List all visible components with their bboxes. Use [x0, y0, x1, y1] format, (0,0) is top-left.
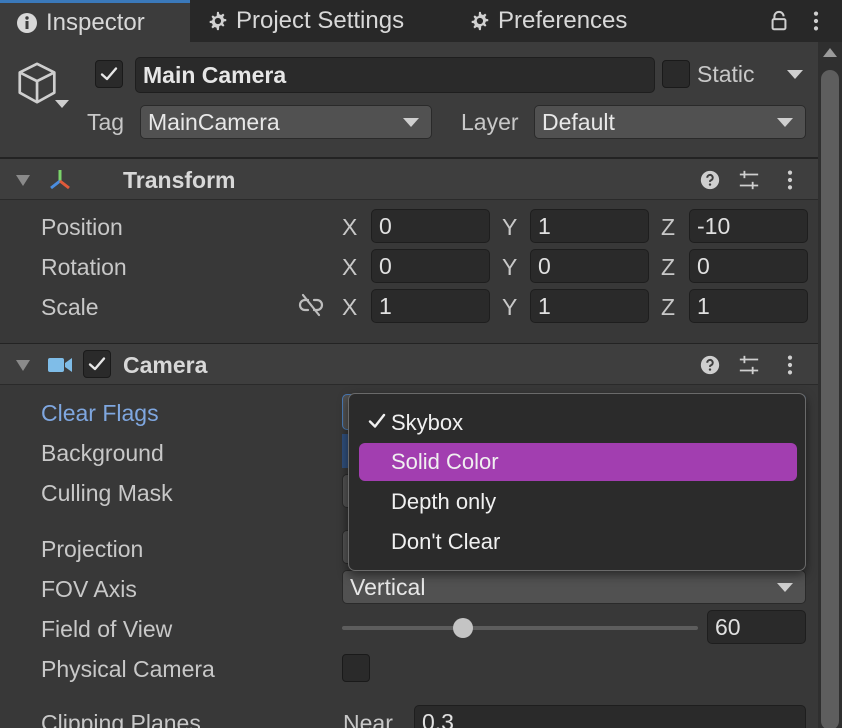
help-icon[interactable]: [697, 167, 723, 193]
more-options-icon[interactable]: [777, 352, 803, 378]
position-y-field[interactable]: 1: [530, 209, 649, 243]
transform-title: Transform: [123, 167, 236, 193]
rotation-x-field[interactable]: 0: [371, 249, 490, 283]
menu-item-label: Skybox: [391, 410, 464, 435]
menu-item-dont-clear[interactable]: Don't Clear: [359, 523, 797, 561]
layer-dropdown[interactable]: Default: [534, 105, 806, 139]
lock-icon[interactable]: [766, 8, 792, 34]
foldout-arrow-icon[interactable]: [16, 175, 30, 186]
axis-y-label: Y: [502, 294, 518, 320]
scale-z-field[interactable]: 1: [689, 289, 808, 323]
near-label: Near: [343, 710, 393, 728]
menu-item-label: Depth only: [391, 489, 497, 514]
tab-inspector-label: Inspector: [46, 8, 145, 36]
menu-item-skybox[interactable]: Skybox: [359, 404, 797, 442]
gear-icon: [468, 10, 490, 32]
clear-flags-menu: Skybox Solid Color Depth only Don't Clea…: [348, 393, 806, 571]
axis-y-label: Y: [502, 254, 518, 280]
background-label: Background: [41, 440, 164, 466]
scale-x-field[interactable]: 1: [371, 289, 490, 323]
fov-axis-label: FOV Axis: [41, 576, 137, 602]
camera-header[interactable]: Camera: [0, 343, 818, 385]
rotation-y-field[interactable]: 0: [530, 249, 649, 283]
presets-icon[interactable]: [736, 352, 762, 378]
field-of-view-input[interactable]: 60: [707, 610, 806, 644]
chevron-down-icon: [777, 583, 793, 592]
layer-value: Default: [542, 108, 615, 135]
chevron-down-icon: [403, 118, 419, 127]
tab-inspector[interactable]: Inspector: [0, 0, 190, 42]
tag-label: Tag: [87, 109, 125, 135]
static-label: Static: [697, 61, 755, 87]
tab-project-settings-label: Project Settings: [236, 7, 405, 34]
field-of-view-slider-track[interactable]: [342, 626, 698, 630]
presets-icon[interactable]: [736, 167, 762, 193]
more-options-icon[interactable]: [777, 167, 803, 193]
axis-x-label: X: [342, 294, 358, 320]
scale-y-field[interactable]: 1: [530, 289, 649, 323]
static-checkbox[interactable]: [662, 60, 690, 88]
info-icon: [16, 12, 38, 34]
position-label: Position: [41, 214, 123, 240]
scrollbar-thumb[interactable]: [821, 70, 839, 728]
layer-label: Layer: [461, 109, 519, 135]
projection-label: Projection: [41, 536, 144, 562]
field-of-view-slider-handle[interactable]: [453, 618, 473, 638]
tag-dropdown[interactable]: MainCamera: [140, 105, 432, 139]
tag-value: MainCamera: [148, 108, 280, 135]
menu-item-label: Don't Clear: [391, 529, 501, 554]
gameobject-header: Main Camera Static Tag MainCamera Layer …: [0, 42, 818, 158]
more-options-icon[interactable]: [803, 8, 829, 34]
chevron-down-icon: [777, 118, 793, 127]
icon-dropdown-arrow[interactable]: [55, 100, 69, 108]
axis-z-label: Z: [661, 254, 676, 280]
transform-header[interactable]: Transform: [0, 158, 818, 200]
clear-flags-label: Clear Flags: [41, 400, 159, 426]
position-z-field[interactable]: -10: [689, 209, 808, 243]
scale-label: Scale: [41, 294, 99, 320]
foldout-arrow-icon[interactable]: [16, 360, 30, 371]
camera-icon: [46, 353, 74, 383]
transform-icon: [46, 166, 74, 200]
rotation-label: Rotation: [41, 254, 127, 280]
help-icon[interactable]: [697, 352, 723, 378]
tab-bar: Inspector Project Settings Preferences: [0, 0, 842, 42]
tab-preferences-label: Preferences: [498, 7, 628, 34]
menu-item-label: Solid Color: [391, 449, 499, 474]
axis-z-label: Z: [661, 294, 676, 320]
tab-project-settings[interactable]: Project Settings: [190, 0, 420, 42]
culling-mask-label: Culling Mask: [41, 480, 173, 506]
axis-z-label: Z: [661, 214, 676, 240]
constrain-proportions-icon[interactable]: [298, 292, 324, 318]
active-checkbox[interactable]: [95, 60, 123, 88]
checkmark-icon: [368, 413, 386, 428]
rotation-z-field[interactable]: 0: [689, 249, 808, 283]
clipping-planes-label: Clipping Planes: [41, 710, 201, 728]
camera-title: Camera: [123, 352, 208, 378]
fov-axis-value: Vertical: [350, 573, 426, 600]
camera-enabled-checkbox[interactable]: [83, 350, 111, 378]
transform-body: Position X 0 Y 1 Z -10 Rotation X 0 Y 0 …: [0, 200, 818, 343]
fov-axis-dropdown[interactable]: Vertical: [342, 570, 806, 604]
physical-camera-checkbox[interactable]: [342, 654, 370, 682]
menu-item-depth-only[interactable]: Depth only: [359, 483, 797, 521]
near-input[interactable]: 0.3: [414, 705, 806, 728]
axis-y-label: Y: [502, 214, 518, 240]
menu-item-solid-color[interactable]: Solid Color: [359, 443, 797, 481]
tab-preferences[interactable]: Preferences: [452, 0, 643, 42]
scroll-up-arrow-icon[interactable]: [823, 48, 837, 57]
physical-camera-label: Physical Camera: [41, 656, 215, 682]
field-of-view-label: Field of View: [41, 616, 173, 642]
static-dropdown-icon[interactable]: [787, 70, 803, 79]
axis-x-label: X: [342, 214, 358, 240]
position-x-field[interactable]: 0: [371, 209, 490, 243]
axis-x-label: X: [342, 254, 358, 280]
gear-icon: [206, 10, 228, 32]
gameobject-name-input[interactable]: Main Camera: [135, 57, 655, 93]
